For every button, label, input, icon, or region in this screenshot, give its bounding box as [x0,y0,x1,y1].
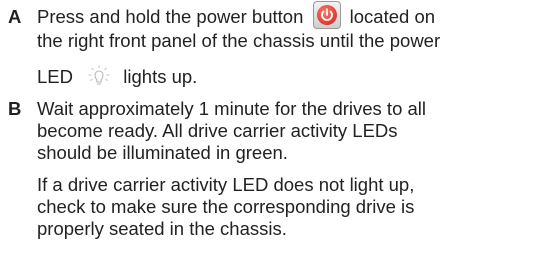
step-a-text-4: lights up. [123,66,198,87]
step-b-note-line-1: If a drive carrier activity LED does not… [37,174,415,195]
step-a-text-1: Press and hold the power button [37,6,304,27]
step-a-line-3: LED lights up. [37,63,198,89]
step-a-line-2: the right front panel of the chassis unt… [37,30,441,51]
led-icon [86,63,112,89]
instruction-page: A Press and hold the power button locate… [0,0,560,276]
step-b-line-2: become ready. All drive carrier activity… [37,120,398,141]
step-b-line-3: should be illuminated in green. [37,142,288,163]
step-marker-b: B [8,98,22,119]
step-b-line-1: Wait approximately 1 minute for the driv… [37,98,427,119]
step-a-text-3: LED [37,66,73,87]
step-a-text-2: located on [349,6,436,27]
step-marker-a: A [8,6,22,27]
step-b-note-line-2: check to make sure the corresponding dri… [37,196,415,217]
step-b-note-line-3: properly seated in the chassis. [37,218,287,239]
step-a-line-1: Press and hold the power button located … [37,1,436,30]
power-button-icon [312,1,341,30]
